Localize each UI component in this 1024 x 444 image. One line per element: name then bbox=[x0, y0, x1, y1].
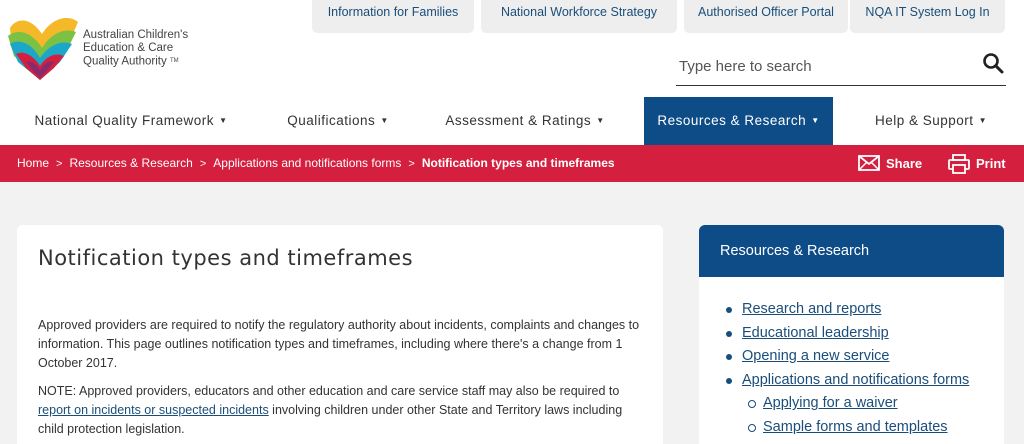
bullet-icon bbox=[726, 377, 732, 384]
search-box bbox=[676, 48, 1006, 86]
nav-assessment-ratings[interactable]: Assessment & Ratings ▼ bbox=[437, 97, 613, 145]
acecqa-logo[interactable]: Australian Children's Education & Care Q… bbox=[6, 10, 188, 80]
toplink-authorised-officer-portal[interactable]: Authorised Officer Portal bbox=[684, 0, 848, 33]
print-label: Print bbox=[976, 156, 1006, 171]
printer-icon bbox=[948, 154, 970, 174]
breadcrumb: Home > Resources & Research > Applications a… bbox=[17, 145, 615, 182]
nav-qualifications[interactable]: Qualifications ▼ bbox=[272, 97, 404, 145]
toplink-national-workforce-strategy[interactable]: National Workforce Strategy bbox=[481, 0, 677, 33]
breadcrumb-home[interactable]: Home bbox=[17, 156, 49, 170]
note-paragraph: NOTE: Approved providers, educators and … bbox=[38, 384, 623, 436]
sidebar-heading: Resources & Research bbox=[699, 225, 1004, 277]
caret-down-icon: ▼ bbox=[380, 116, 389, 126]
logo-text: Australian Children's Education & Care Q… bbox=[83, 29, 193, 69]
caret-down-icon: ▼ bbox=[811, 116, 820, 126]
search-icon[interactable] bbox=[982, 52, 1004, 74]
logo-trademark: TM bbox=[169, 58, 179, 64]
sidebar-item-educational-leadership[interactable]: Educational leadership bbox=[723, 322, 1003, 346]
bullet-icon bbox=[726, 354, 732, 361]
breadcrumb-applications-forms[interactable]: Applications and notifications forms bbox=[213, 156, 401, 170]
sidebar-item-applications-forms[interactable]: Applications and notifications forms bbox=[723, 369, 1003, 393]
breadcrumb-bar: Home > Resources & Research > Applications a… bbox=[0, 145, 1024, 182]
logo-line-1: Australian Children's bbox=[83, 29, 189, 41]
breadcrumb-separator: > bbox=[56, 158, 63, 170]
sidebar-subitem-applying-waiver[interactable]: Applying for a waiver bbox=[723, 392, 1003, 416]
toplink-information-for-families[interactable]: Information for Families bbox=[312, 0, 474, 33]
bullet-icon bbox=[726, 330, 732, 337]
sidebar-subitem-sample-forms[interactable]: Sample forms and templates bbox=[723, 416, 1003, 440]
sidebar-list: Research and reports Educational leaders… bbox=[723, 298, 1003, 440]
nav-resources-research[interactable]: Resources & Research ▼ bbox=[644, 97, 833, 145]
sidebar: Resources & Research Research and report… bbox=[699, 225, 1004, 444]
report-incidents-link[interactable]: report on incidents or suspected inciden… bbox=[38, 403, 269, 417]
caret-down-icon: ▼ bbox=[596, 116, 605, 126]
bullet-icon bbox=[726, 307, 732, 313]
intro-paragraph: Approved providers are required to notif… bbox=[38, 318, 640, 370]
site-header: Australian Children's Education & Care Q… bbox=[0, 0, 1024, 97]
sidebar-item-opening-new-service[interactable]: Opening a new service bbox=[723, 345, 1003, 369]
caret-down-icon: ▼ bbox=[978, 116, 987, 126]
toplink-nqa-it-system-log-in[interactable]: NQA IT System Log In bbox=[850, 0, 1005, 33]
sidebar-item-research-and-reports[interactable]: Research and reports bbox=[723, 298, 1003, 322]
hollow-bullet-icon bbox=[748, 400, 756, 409]
caret-down-icon: ▼ bbox=[219, 116, 228, 126]
nav-help-support[interactable]: Help & Support ▼ bbox=[863, 97, 999, 145]
share-label: Share bbox=[886, 156, 923, 171]
logo-line-3: Quality Authority TM bbox=[83, 55, 179, 68]
breadcrumb-separator: > bbox=[408, 158, 415, 170]
breadcrumb-resources-research[interactable]: Resources & Research bbox=[69, 156, 192, 170]
nav-national-quality-framework[interactable]: National Quality Framework ▼ bbox=[17, 97, 245, 145]
breadcrumb-current: Notification types and timeframes bbox=[421, 156, 615, 170]
page-title: Notification types and timeframes bbox=[38, 246, 414, 270]
breadcrumb-separator: > bbox=[199, 158, 207, 170]
main-navigation: National Quality Framework ▼ Qualificatio… bbox=[0, 97, 1024, 145]
search-input[interactable] bbox=[679, 54, 969, 78]
logo-line-2: Education & Care bbox=[83, 42, 174, 54]
hollow-bullet-icon bbox=[748, 423, 756, 432]
article-card: Notification types and timeframes Approv… bbox=[17, 225, 663, 444]
logo-heart-icon bbox=[8, 18, 78, 80]
envelope-icon bbox=[858, 155, 880, 171]
